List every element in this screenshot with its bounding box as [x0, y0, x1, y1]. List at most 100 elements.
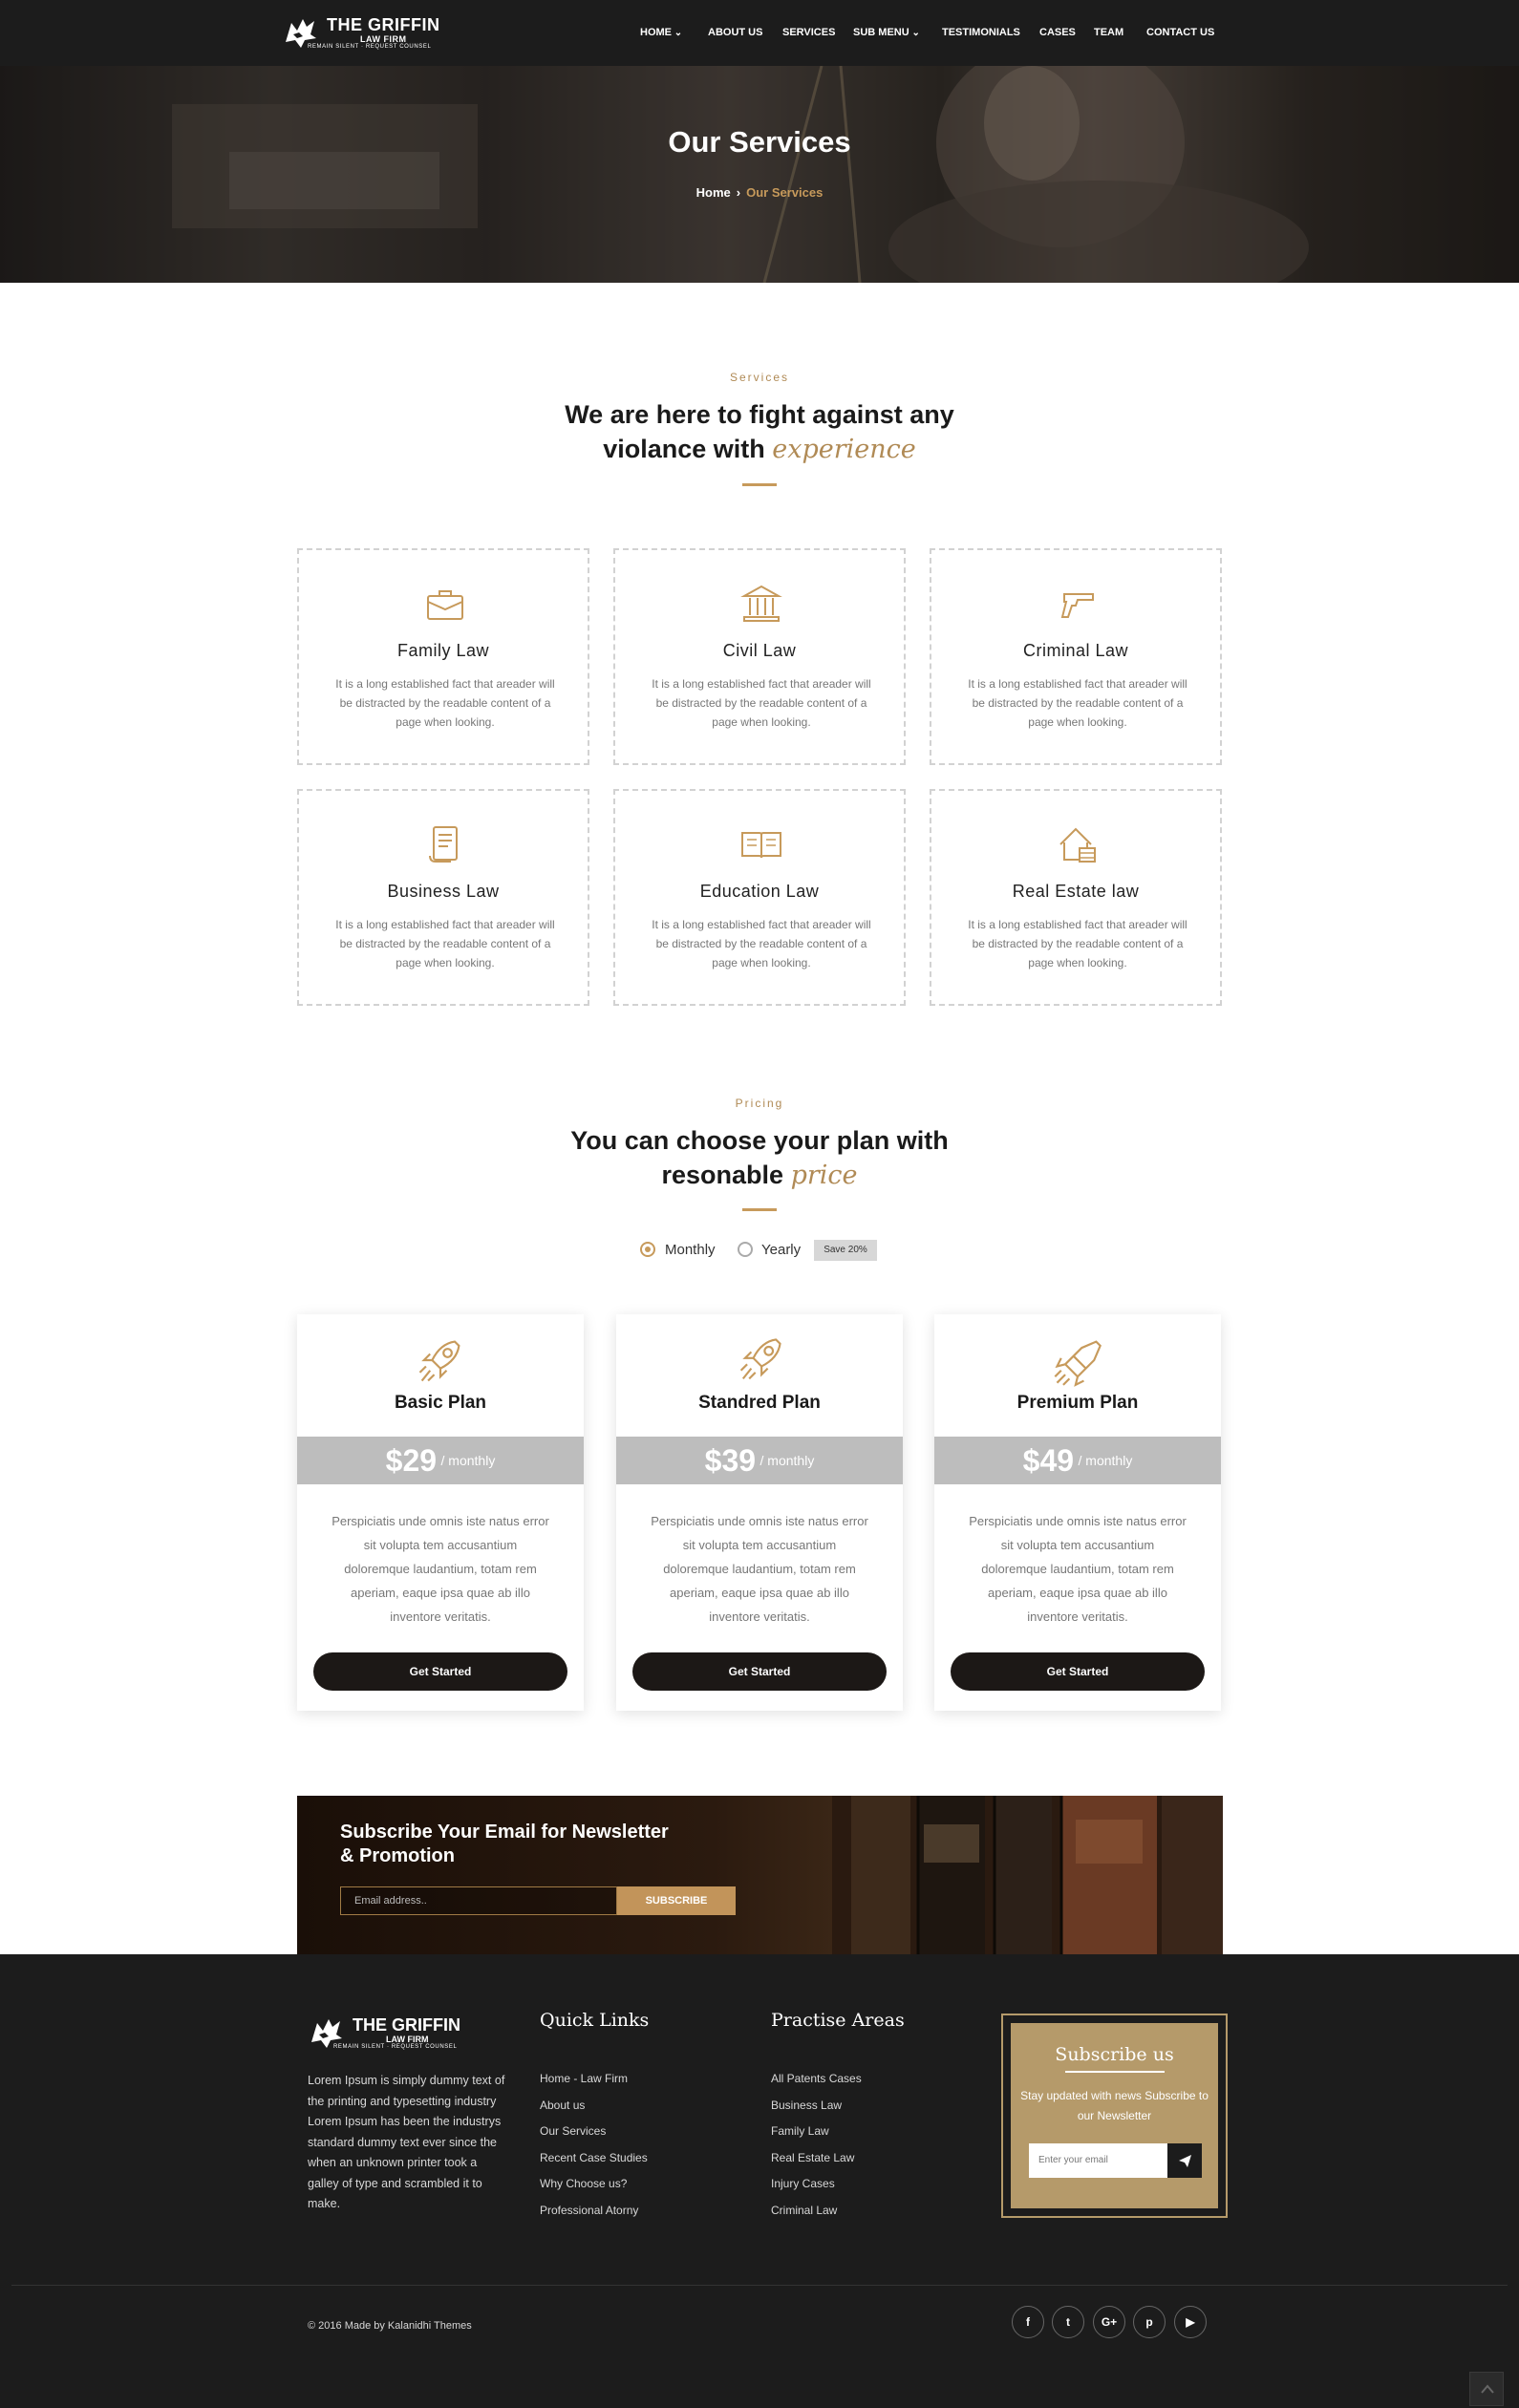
open-book-icon	[741, 832, 781, 859]
page-hero: Our Services Home › Our Services	[0, 66, 1519, 283]
service-card[interactable]: Real Estate law It is a long established …	[930, 789, 1222, 1006]
law-books-image	[832, 1796, 1223, 1954]
service-title: Criminal Law	[1022, 641, 1129, 660]
footer-link[interactable]: Injury Cases	[771, 2177, 835, 2190]
pricing-card: Basic Plan $29 / monthly Perspiciatis unde…	[297, 1314, 584, 1711]
facebook-icon[interactable]: f	[1012, 2306, 1044, 2338]
nav-item-sub-menu[interactable]: SUB MENU ⌄	[853, 27, 920, 38]
newsletter-heading-line2: & Promotion	[340, 1845, 455, 1866]
service-card[interactable]: Business Law It is a long established fac…	[297, 789, 589, 1006]
services-heading-line2: violance with	[603, 435, 765, 463]
newsletter-subscribe-button[interactable]: SUBSCRIBE	[617, 1886, 736, 1915]
footer-link[interactable]: Family Law	[771, 2124, 829, 2138]
space-shuttle-icon	[1054, 1340, 1102, 1387]
google-plus-icon[interactable]: G+	[1093, 2306, 1125, 2338]
get-started-button[interactable]: Get Started	[632, 1652, 887, 1691]
footer-link[interactable]: Our Services	[540, 2124, 606, 2138]
footer-divider	[11, 2285, 1508, 2286]
service-card[interactable]: Education Law It is a long established fa…	[613, 789, 906, 1006]
nav-item-home[interactable]: HOME ⌄	[640, 27, 682, 38]
nav-item-label: TEAM	[1094, 27, 1124, 38]
plan-name: Premium Plan	[1016, 1393, 1139, 1413]
get-started-button[interactable]: Get Started	[313, 1652, 567, 1691]
plan-description: Perspiciatis unde omnis iste natus error…	[969, 1514, 1187, 1624]
plan-price-band: $49 / monthly	[934, 1437, 1221, 1484]
nav-item-label: HOME	[640, 27, 672, 38]
rocket-icon	[418, 1340, 460, 1382]
pricing-underline	[742, 1208, 777, 1211]
paper-plane-icon	[1179, 2155, 1191, 2167]
footer-link[interactable]: About us	[540, 2099, 585, 2112]
nav-item-about-us[interactable]: ABOUT US	[708, 27, 762, 38]
plan-name: Standred Plan	[698, 1393, 821, 1413]
service-title: Education Law	[699, 882, 820, 901]
service-description: It is a long established fact that aread…	[652, 677, 871, 729]
newsletter-band: Subscribe Your Email for Newsletter & Pr…	[297, 1796, 1223, 1954]
nav-item-testimonials[interactable]: TESTIMONIALS	[942, 27, 1020, 38]
monthly-label[interactable]: Monthly	[665, 1242, 716, 1258]
footer-link[interactable]: Real Estate Law	[771, 2151, 854, 2164]
house-icon	[1059, 827, 1096, 863]
footer-brand-sub: LAW FIRM	[386, 2035, 429, 2044]
nav-item-label: TESTIMONIALS	[942, 27, 1020, 38]
nav-item-cases[interactable]: CASES	[1039, 27, 1076, 38]
twitter-icon[interactable]: t	[1052, 2306, 1084, 2338]
footer-subscribe-title: Subscribe us	[1055, 2044, 1174, 2065]
breadcrumb: Home › Our Services	[0, 185, 1519, 200]
footer-subscribe-text: Stay updated with news Subscribe to our …	[1020, 2089, 1209, 2122]
footer-send-button[interactable]	[1167, 2143, 1202, 2178]
yearly-label[interactable]: Yearly	[761, 1242, 801, 1258]
scroll-document-icon	[429, 826, 458, 863]
plan-period: / monthly	[760, 1453, 815, 1468]
top-navbar: THE GRIFFIN LAW FIRM REMAIN SILENT · REQ…	[0, 0, 1519, 66]
footer-link[interactable]: Business Law	[771, 2099, 842, 2112]
pinterest-icon[interactable]: p	[1133, 2306, 1166, 2338]
services-eyebrow: Services	[729, 371, 789, 384]
footer-link[interactable]: All Patents Cases	[771, 2072, 862, 2085]
service-description: It is a long established fact that aread…	[968, 677, 1187, 729]
save-badge: Save 20%	[814, 1240, 877, 1261]
brand-name: THE GRIFFIN	[327, 15, 440, 34]
plan-price: $29	[385, 1443, 438, 1478]
plan-price-band: $39 / monthly	[616, 1437, 903, 1484]
chevron-down-icon: ⌄	[672, 28, 683, 38]
get-started-button[interactable]: Get Started	[951, 1652, 1205, 1691]
plan-period: / monthly	[440, 1453, 496, 1468]
pricing-heading: You can choose your plan with resonable …	[0, 1123, 1519, 1193]
footer-email-input[interactable]: Enter your email	[1029, 2143, 1167, 2178]
service-card[interactable]: Family Law It is a long established fact …	[297, 548, 589, 765]
footer-logo[interactable]: THE GRIFFIN LAW FIRM REMAIN SILENT · REQ…	[308, 2014, 470, 2054]
footer-link[interactable]: Professional Atorny	[540, 2204, 638, 2217]
nav-item-contact-us[interactable]: CONTACT US	[1146, 27, 1214, 38]
footer-subscribe-box: Subscribe us Stay updated with news Subs…	[1001, 2014, 1228, 2218]
monthly-radio[interactable]	[640, 1242, 655, 1257]
service-title: Real Estate law	[1012, 882, 1140, 901]
services-heading-accent: experience	[772, 435, 916, 464]
newsletter-heading: Subscribe Your Email for Newsletter & Pr…	[340, 1821, 703, 1868]
footer-link[interactable]: Recent Case Studies	[540, 2151, 648, 2164]
nav-item-team[interactable]: TEAM	[1094, 27, 1123, 38]
footer-about-text: Lorem Ipsum is simply dummy text of the …	[308, 2074, 505, 2210]
footer-link[interactable]: Criminal Law	[771, 2204, 837, 2217]
scroll-to-top-button[interactable]	[1469, 2372, 1504, 2406]
footer-link[interactable]: Home - Law Firm	[540, 2072, 628, 2085]
nav-item-label: CASES	[1039, 27, 1076, 38]
brand-tagline: REMAIN SILENT · REQUEST COUNSEL	[308, 44, 432, 50]
youtube-icon[interactable]: ▶	[1174, 2306, 1207, 2338]
plan-name: Basic Plan	[394, 1393, 487, 1413]
brand-sub: LAW FIRM	[360, 34, 407, 44]
footer-subscribe-inner: Subscribe us Stay updated with news Subs…	[1011, 2023, 1218, 2208]
newsletter-email-input[interactable]: Email address..	[340, 1886, 617, 1915]
footer-link[interactable]: Why Choose us?	[540, 2177, 627, 2190]
site-footer: THE GRIFFIN LAW FIRM REMAIN SILENT · REQ…	[0, 1954, 1519, 2408]
yearly-radio[interactable]	[738, 1242, 753, 1257]
service-card[interactable]: Criminal Law It is a long established fac…	[930, 548, 1222, 765]
site-logo[interactable]: THE GRIFFIN LAW FIRM REMAIN SILENT · REQ…	[282, 13, 444, 53]
breadcrumb-home-link[interactable]: Home	[696, 185, 731, 200]
service-card[interactable]: Civil Law It is a long established fact t…	[613, 548, 906, 765]
pricing-heading-line2: resonable	[661, 1161, 784, 1189]
newsletter-heading-line1: Subscribe Your Email for Newsletter	[340, 1822, 669, 1843]
nav-item-services[interactable]: SERVICES	[782, 27, 835, 38]
footer-brand-name: THE GRIFFIN	[353, 2015, 460, 2035]
services-heading-line1: We are here to fight against any	[565, 400, 954, 429]
